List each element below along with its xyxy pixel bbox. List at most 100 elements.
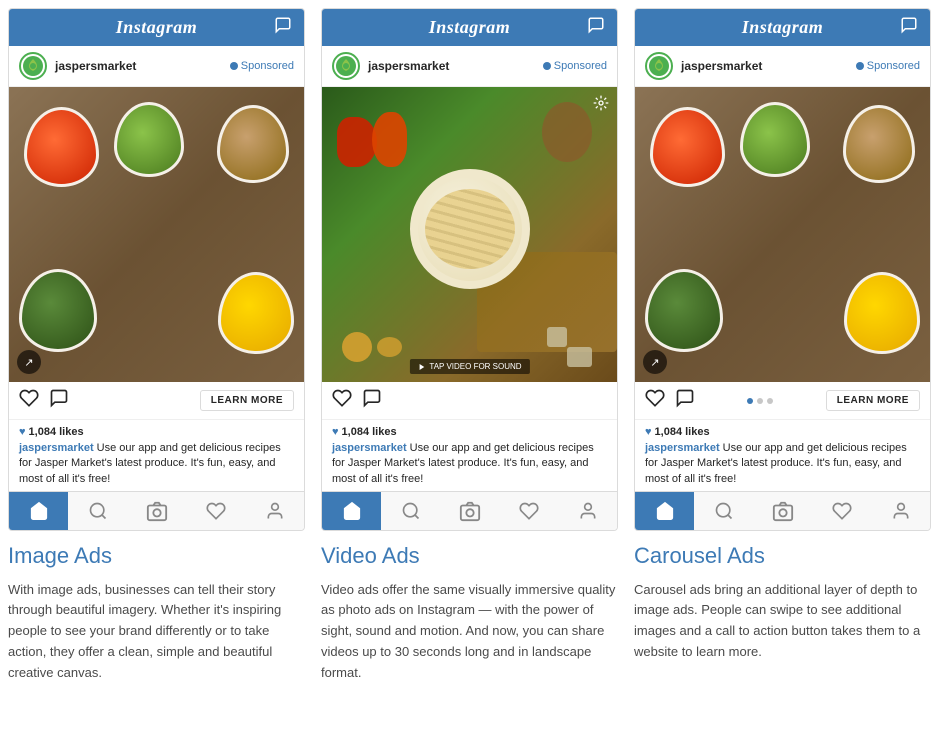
- caption-2: jaspersmarket Use our app and get delici…: [332, 441, 607, 487]
- bowl-brown-3: [843, 105, 915, 183]
- nav-camera-2[interactable]: [440, 500, 499, 522]
- ig-nav-2: [322, 491, 617, 530]
- pasta-noodles: [425, 189, 515, 269]
- ig-header-1: Instagram: [9, 9, 304, 46]
- post-actions-2: [322, 382, 617, 420]
- nav-search-3[interactable]: [694, 500, 753, 522]
- video-badge-text: TAP VIDEO FOR SOUND: [429, 362, 521, 371]
- inbox-icon-2: [587, 16, 605, 39]
- post-image-3: ↗: [635, 87, 930, 382]
- likes-text-3: 1,084 likes: [655, 426, 710, 438]
- external-link-badge-1: ↗: [17, 350, 41, 374]
- username-2: jaspersmarket: [368, 59, 449, 73]
- likes-text-2: 1,084 likes: [342, 426, 397, 438]
- comment-icon-1[interactable]: [49, 388, 69, 413]
- sponsored-dot-1: [230, 62, 238, 70]
- ig-header-2: Instagram: [322, 9, 617, 46]
- nav-camera-1[interactable]: [127, 500, 186, 522]
- post-content-2: ♥ 1,084 likes jaspersmarket Use our app …: [322, 420, 617, 491]
- caption-username-2: jaspersmarket: [332, 442, 407, 454]
- sponsored-badge-1: Sponsored: [230, 60, 294, 72]
- sponsored-text-1: Sponsored: [241, 60, 294, 72]
- comment-icon-2[interactable]: [362, 388, 382, 413]
- bowl-brown-1: [217, 105, 289, 183]
- bowl-green-top-1: [114, 102, 184, 177]
- inbox-icon-3: [900, 16, 918, 39]
- carousel-ads-column: Instagram jas: [634, 8, 931, 684]
- bowl-red-3: [650, 107, 725, 187]
- carousel-dots: [747, 398, 773, 404]
- video-ads-description: Video Ads Video ads offer the same visua…: [321, 531, 618, 683]
- spices-visual-3: [635, 87, 930, 382]
- like-icon-2[interactable]: [332, 388, 352, 413]
- like-icon-3[interactable]: [645, 388, 665, 413]
- bowl-dark-green-3: [645, 269, 723, 352]
- ig-logo-1: Instagram: [116, 17, 198, 38]
- caption-username-3: jaspersmarket: [645, 442, 720, 454]
- caption-3: jaspersmarket Use our app and get delici…: [645, 441, 920, 487]
- nav-heart-2[interactable]: [499, 500, 558, 522]
- username-1: jaspersmarket: [55, 59, 136, 73]
- caption-username-1: jaspersmarket: [19, 442, 94, 454]
- bowl-red-1: [24, 107, 99, 187]
- bowl-yellow-1: [218, 272, 294, 354]
- phone-mockup-3: Instagram jas: [634, 8, 931, 531]
- image-ads-title: Image Ads: [8, 543, 305, 569]
- post-image-1: ↗: [9, 87, 304, 382]
- nav-camera-3[interactable]: [753, 500, 812, 522]
- phone-mockup-2: Instagram jas: [321, 8, 618, 531]
- pasta-visual: [322, 87, 617, 382]
- carousel-ads-text: Carousel ads bring an additional layer o…: [634, 580, 931, 663]
- carousel-ads-description: Carousel Ads Carousel ads bring an addit…: [634, 531, 931, 663]
- video-ads-title: Video Ads: [321, 543, 618, 569]
- sponsored-text-2: Sponsored: [554, 60, 607, 72]
- post-actions-1: LEARN MORE: [9, 382, 304, 420]
- carousel-dot-active: [747, 398, 753, 404]
- post-content-3: ♥ 1,084 likes jaspersmarket Use our app …: [635, 420, 930, 491]
- bowl-green-top-3: [740, 102, 810, 177]
- post-actions-3: LEARN MORE: [635, 382, 930, 420]
- external-link-badge-3: ↗: [643, 350, 667, 374]
- learn-more-button-1[interactable]: LEARN MORE: [200, 390, 294, 411]
- phone-mockup-1: Instagram jas: [8, 8, 305, 531]
- likes-2: ♥ 1,084 likes: [332, 426, 607, 438]
- nav-home-2[interactable]: [322, 492, 381, 530]
- nav-profile-2[interactable]: [558, 500, 617, 522]
- bowl-yellow-3: [844, 272, 920, 354]
- likes-1: ♥ 1,084 likes: [19, 426, 294, 438]
- inbox-icon-1: [274, 16, 292, 39]
- nav-profile-1[interactable]: [245, 500, 304, 522]
- nav-heart-3[interactable]: [812, 500, 871, 522]
- carousel-dot-2: [757, 398, 763, 404]
- likes-3: ♥ 1,084 likes: [645, 426, 920, 438]
- nav-home-3[interactable]: [635, 492, 694, 530]
- post-content-1: ♥ 1,084 likes jaspersmarket Use our app …: [9, 420, 304, 491]
- ig-nav-1: [9, 491, 304, 530]
- post-user-1: jaspersmarket: [19, 52, 136, 80]
- main-content: Instagram jas: [0, 0, 939, 704]
- like-icon-1[interactable]: [19, 388, 39, 413]
- post-user-2: jaspersmarket: [332, 52, 449, 80]
- avatar-2: [332, 52, 360, 80]
- ig-header-3: Instagram: [635, 9, 930, 46]
- nav-search-1[interactable]: [68, 500, 127, 522]
- video-badge: TAP VIDEO FOR SOUND: [409, 359, 529, 374]
- carousel-dot-3: [767, 398, 773, 404]
- nav-home-1[interactable]: [9, 492, 68, 530]
- avatar-3: [645, 52, 673, 80]
- camera-badge-2: [593, 95, 609, 114]
- nav-heart-1[interactable]: [186, 500, 245, 522]
- avatar-1: [19, 52, 47, 80]
- post-image-2: TAP VIDEO FOR SOUND: [322, 87, 617, 382]
- nav-search-2[interactable]: [381, 500, 440, 522]
- action-icons-1: [19, 388, 69, 413]
- nav-profile-3[interactable]: [871, 500, 930, 522]
- learn-more-button-3[interactable]: LEARN MORE: [826, 390, 920, 411]
- ig-logo-3: Instagram: [742, 17, 824, 38]
- comment-icon-3[interactable]: [675, 388, 695, 413]
- action-icons-3: [645, 388, 695, 413]
- sponsored-dot-2: [543, 62, 551, 70]
- image-ads-description: Image Ads With image ads, businesses can…: [8, 531, 305, 683]
- video-ads-column: Instagram jas: [321, 8, 618, 684]
- bowl-dark-green-1: [19, 269, 97, 352]
